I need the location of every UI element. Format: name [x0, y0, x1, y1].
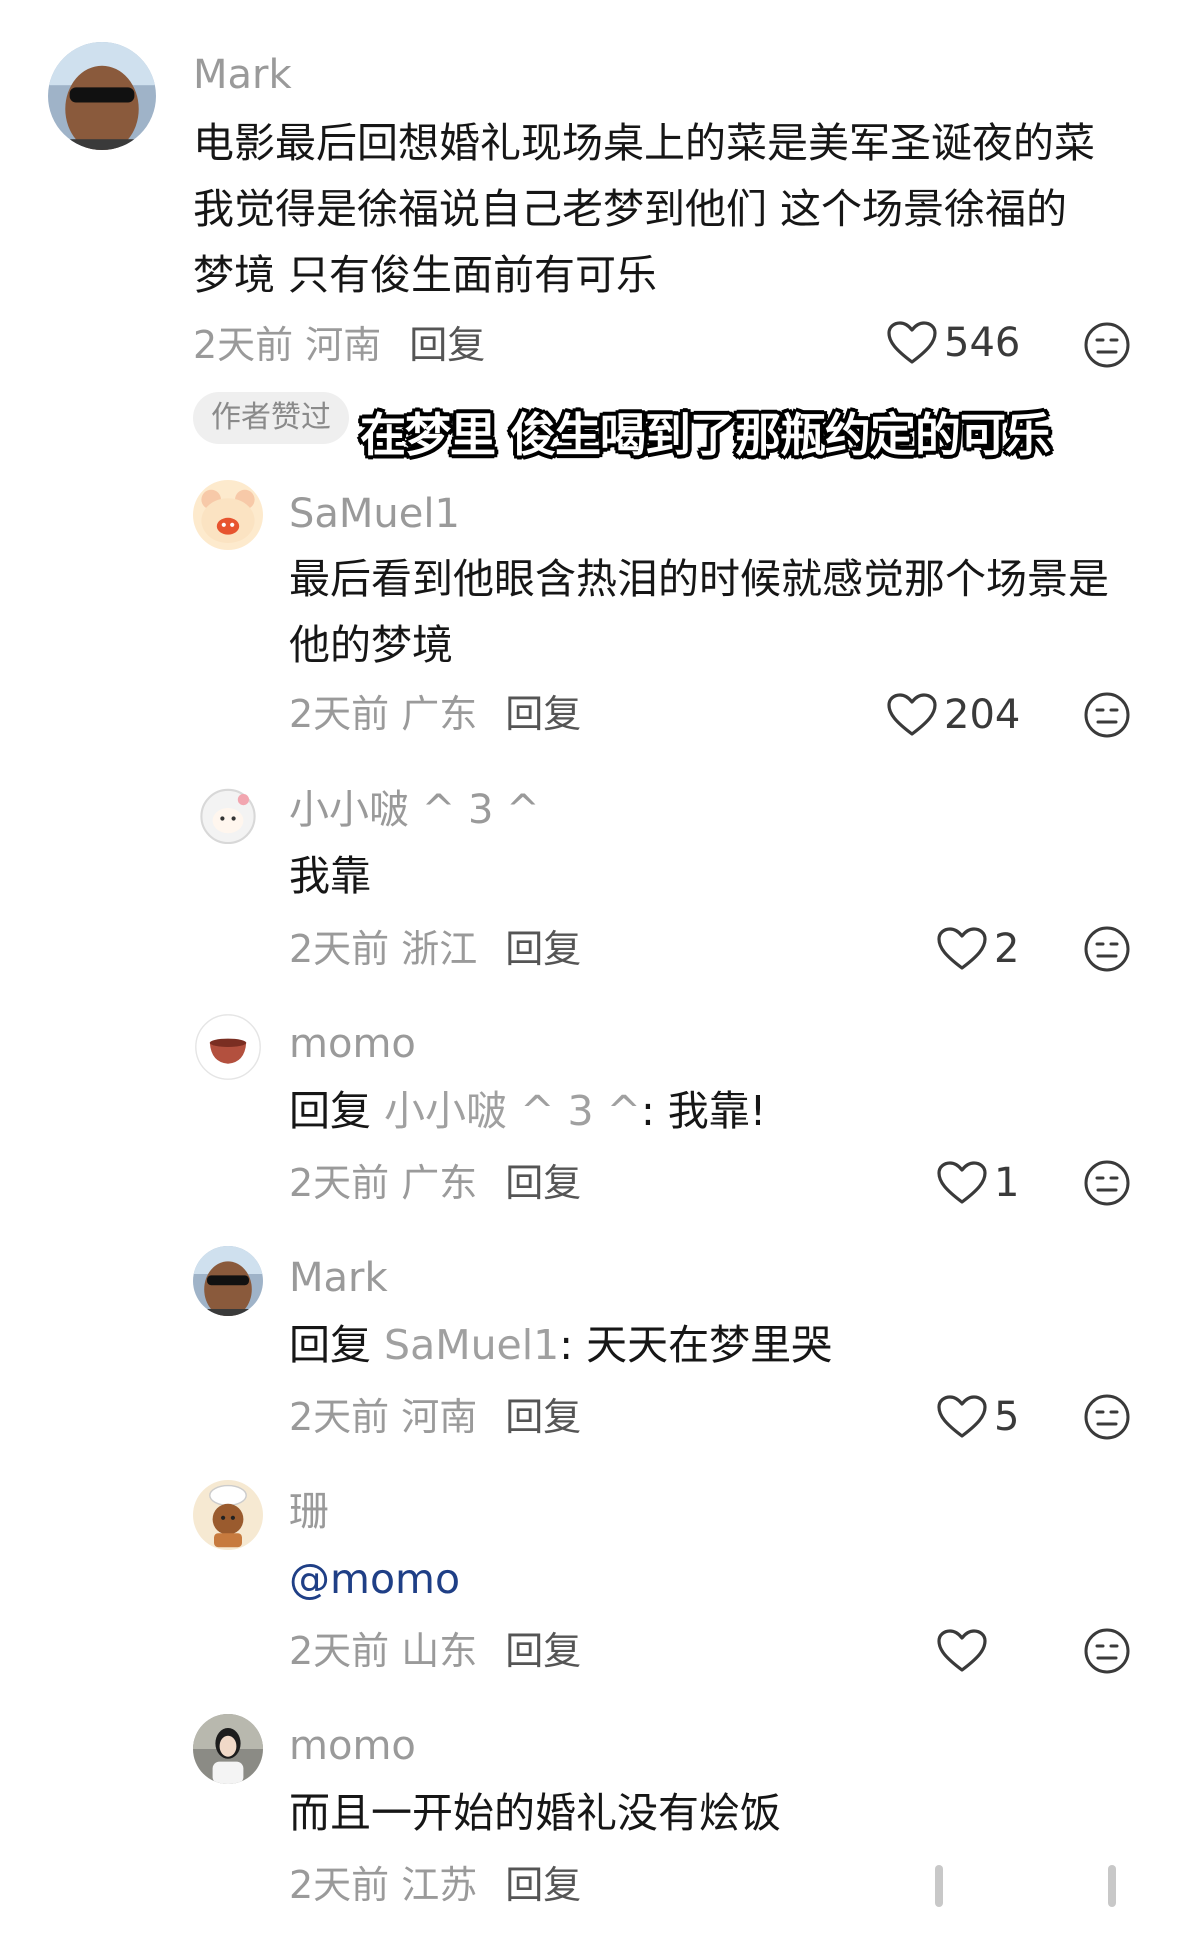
- username[interactable]: SaMuel1: [289, 494, 460, 534]
- like-button[interactable]: 2: [936, 926, 1019, 972]
- comment-meta: 2天前 广东 回复: [289, 1164, 581, 1202]
- timestamp: 2天前: [289, 1161, 390, 1205]
- avatar[interactable]: [193, 780, 263, 850]
- avatar-man-sunglasses-icon: [193, 1246, 263, 1316]
- meh-face-icon: [1084, 926, 1130, 972]
- reply-target[interactable]: 小小啵 ^ 3 ^: [384, 1087, 641, 1135]
- region: 浙江: [401, 927, 478, 971]
- heart-outline-icon: [937, 1395, 987, 1438]
- username[interactable]: momo: [289, 1726, 416, 1766]
- dislike-button[interactable]: [1082, 1392, 1132, 1442]
- region: 山东: [401, 1629, 478, 1673]
- heart-outline-icon: [937, 1629, 987, 1672]
- timestamp: 2天前: [289, 1395, 390, 1439]
- avatar-bear-icon: [193, 480, 263, 550]
- comment-text-line: 回复 SaMuel1: 天天在梦里哭: [289, 1312, 832, 1378]
- heart-outline-icon: [887, 321, 937, 364]
- comment-text-line: 回复 小小啵 ^ 3 ^: 我靠!: [289, 1078, 766, 1144]
- comment-meta: 2天前 江苏 回复: [289, 1866, 581, 1904]
- avatar-man-sunglasses-icon: [48, 42, 156, 150]
- comment-text-line: 我靠: [289, 852, 371, 900]
- like-button[interactable]: 546: [886, 320, 1020, 366]
- avatar-bowl-icon: [193, 1012, 263, 1082]
- comment-meta: 2天前 浙江 回复: [289, 930, 581, 968]
- meh-face-icon: [1084, 1394, 1130, 1440]
- dislike-button[interactable]: [1082, 690, 1132, 740]
- dislike-button[interactable]: [1082, 924, 1132, 974]
- like-count: 204: [944, 692, 1021, 738]
- reply-target[interactable]: SaMuel1: [384, 1321, 559, 1369]
- comment-text-line: 最后看到他眼含热泪的时候就感觉那个场景是: [289, 555, 1109, 603]
- comment-meta: 2天前 广东 回复: [289, 695, 581, 733]
- like-count: 546: [944, 320, 1021, 366]
- scroll-indicator: [935, 1865, 943, 1907]
- meh-face-icon: [1084, 322, 1130, 368]
- avatar[interactable]: [193, 1012, 263, 1082]
- username[interactable]: momo: [289, 1024, 416, 1064]
- region: 广东: [401, 1161, 478, 1205]
- meh-face-icon: [1084, 1160, 1130, 1206]
- timestamp: 2天前: [289, 927, 390, 971]
- reply-text: : 我靠!: [640, 1087, 767, 1135]
- like-button[interactable]: [936, 1628, 994, 1674]
- reply-button[interactable]: 回复: [505, 1395, 581, 1439]
- timestamp: 2天前: [289, 1863, 390, 1907]
- mention-link[interactable]: @momo: [289, 1546, 460, 1612]
- like-button[interactable]: 204: [886, 692, 1020, 738]
- reply-button[interactable]: 回复: [505, 1161, 581, 1205]
- avatar-sheep-icon: [193, 780, 263, 850]
- like-button[interactable]: 5: [936, 1394, 1019, 1440]
- username[interactable]: 小小啵 ^ 3 ^: [289, 790, 540, 830]
- reply-button[interactable]: 回复: [505, 1863, 581, 1907]
- like-count: 2: [994, 926, 1020, 972]
- overlay-caption: 在梦里 俊生喝到了那瓶约定的可乐: [360, 408, 1051, 462]
- comment-text-line: 电影最后回想婚礼现场桌上的菜是美军圣诞夜的菜: [193, 119, 1095, 167]
- comment-meta: 2天前 河南 回复: [289, 1398, 581, 1436]
- heart-outline-icon: [937, 927, 987, 970]
- comment-text-line: 我觉得是徐福说自己老梦到他们 这个场景徐福的: [193, 185, 1068, 233]
- avatar[interactable]: [193, 1714, 263, 1784]
- reply-button[interactable]: 回复: [409, 323, 485, 367]
- avatar[interactable]: [193, 1480, 263, 1550]
- username[interactable]: Mark: [289, 1258, 388, 1298]
- reply-prefix: 回复: [289, 1087, 371, 1135]
- dislike-button[interactable]: [1082, 320, 1132, 370]
- dislike-button[interactable]: [1082, 1626, 1132, 1676]
- comment-meta: 2天前 河南 回复: [193, 326, 485, 364]
- comment-meta: 2天前 山东 回复: [289, 1632, 581, 1670]
- reply-button[interactable]: 回复: [505, 692, 581, 736]
- like-count: 1: [994, 1160, 1020, 1206]
- avatar[interactable]: [193, 480, 263, 550]
- username[interactable]: Mark: [193, 55, 292, 95]
- timestamp: 2天前: [289, 692, 390, 736]
- comment-text-line: 而且一开始的婚礼没有烩饭: [289, 1789, 781, 1837]
- scroll-indicator: [1108, 1865, 1116, 1907]
- reply-text: : 天天在梦里哭: [559, 1321, 833, 1369]
- avatar[interactable]: [193, 1246, 263, 1316]
- reply-button[interactable]: 回复: [505, 927, 581, 971]
- meh-face-icon: [1084, 1628, 1130, 1674]
- avatar-photo-icon: [193, 1714, 263, 1784]
- heart-outline-icon: [937, 1161, 987, 1204]
- author-liked-badge: 作者赞过: [193, 392, 349, 444]
- dislike-button[interactable]: [1082, 1158, 1132, 1208]
- timestamp: 2天前: [289, 1629, 390, 1673]
- like-button[interactable]: 1: [936, 1160, 1019, 1206]
- comment-text-line: 他的梦境: [289, 621, 453, 669]
- username[interactable]: 珊: [289, 1492, 329, 1532]
- avatar[interactable]: [48, 42, 156, 150]
- reply-button[interactable]: 回复: [505, 1629, 581, 1673]
- comment-text-line: 梦境 只有俊生面前有可乐: [193, 251, 658, 299]
- reply-prefix: 回复: [289, 1321, 371, 1369]
- region: 河南: [401, 1395, 478, 1439]
- heart-outline-icon: [887, 693, 937, 736]
- timestamp: 2天前: [193, 323, 294, 367]
- like-count: 5: [994, 1394, 1020, 1440]
- meh-face-icon: [1084, 692, 1130, 738]
- region: 河南: [305, 323, 382, 367]
- region: 广东: [401, 692, 478, 736]
- region: 江苏: [401, 1863, 478, 1907]
- avatar-chef-bear-icon: [193, 1480, 263, 1550]
